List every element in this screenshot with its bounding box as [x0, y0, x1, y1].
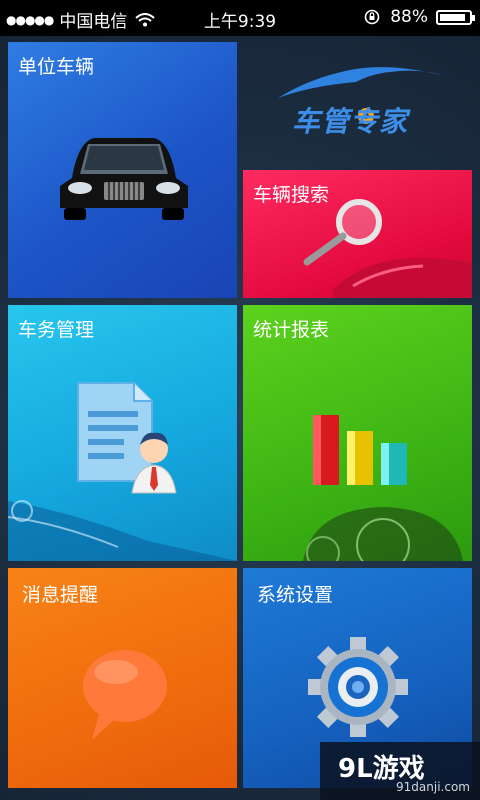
car-icon	[60, 138, 188, 220]
tile-label: 车务管理	[18, 319, 95, 341]
tile-affairs-management[interactable]: 车务管理	[8, 305, 237, 561]
logo-text: 车管专家	[292, 105, 409, 138]
rotation-lock-icon	[364, 9, 380, 25]
tile-label: 消息提醒	[22, 584, 99, 606]
magnifier-icon	[303, 199, 382, 266]
speedometer-decoration	[303, 507, 463, 561]
watermark-url: 91danji.com	[396, 780, 470, 794]
tile-label: 单位车辆	[18, 56, 95, 78]
gear-icon	[308, 637, 408, 737]
bar-chart-icon	[313, 415, 407, 485]
tile-message-reminders[interactable]: 消息提醒	[8, 568, 237, 788]
tile-label: 系统设置	[257, 584, 334, 606]
tile-label: 统计报表	[253, 319, 330, 341]
battery-level	[440, 13, 465, 21]
tile-statistics-reports[interactable]: 统计报表	[243, 305, 472, 561]
tile-vehicle-search[interactable]: 车辆搜索	[243, 170, 472, 298]
tile-unit-vehicles[interactable]: 单位车辆	[8, 42, 237, 298]
speech-bubble-icon	[83, 650, 167, 740]
document-user-icon	[77, 382, 177, 494]
brand-logo: 车管专家	[270, 58, 460, 140]
status-bar: ●●●●● 中国电信 上午9:39 88%	[0, 0, 480, 36]
battery-percentage: 88%	[390, 7, 428, 27]
battery-icon	[436, 9, 475, 25]
watermark: 9L游戏 91danji.com	[320, 742, 480, 800]
